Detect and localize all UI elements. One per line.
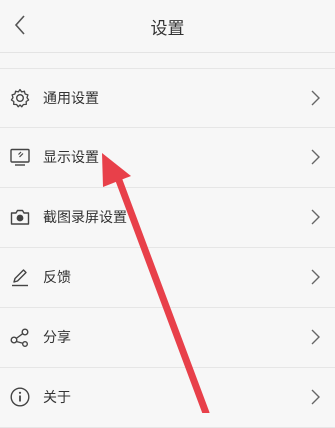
chevron-right-icon	[309, 147, 321, 167]
menu-item-label: 截图录屏设置	[43, 210, 127, 226]
monitor-icon	[9, 146, 31, 168]
chevron-right-icon	[309, 387, 321, 407]
chevron-right-icon	[309, 88, 321, 108]
menu-item-share[interactable]: 分享	[0, 308, 335, 368]
menu-item-label: 反馈	[43, 270, 71, 286]
menu-item-label: 分享	[43, 330, 71, 346]
info-icon	[9, 386, 31, 408]
chevron-right-icon	[309, 207, 321, 227]
menu-item-label: 通用设置	[43, 91, 99, 107]
chevron-right-icon	[309, 327, 321, 347]
page-title: 设置	[150, 19, 185, 39]
chevron-right-icon	[309, 267, 321, 287]
menu-item-label: 关于	[43, 390, 71, 406]
menu-item-label: 显示设置	[43, 150, 99, 166]
menu-item-about[interactable]: 关于	[0, 368, 335, 428]
settings-list: 通用设置 显示设置 截图录屏设置 反馈 分享 关于	[0, 68, 335, 428]
menu-item-display[interactable]: 显示设置	[0, 128, 335, 188]
menu-item-general[interactable]: 通用设置	[0, 68, 335, 128]
camera-icon	[9, 206, 31, 228]
gear-icon	[9, 87, 31, 109]
menu-item-screenshot[interactable]: 截图录屏设置	[0, 188, 335, 248]
menu-item-feedback[interactable]: 反馈	[0, 248, 335, 308]
pencil-icon	[9, 266, 31, 288]
header-bar: 设置	[0, 0, 335, 53]
share-icon	[9, 326, 31, 348]
